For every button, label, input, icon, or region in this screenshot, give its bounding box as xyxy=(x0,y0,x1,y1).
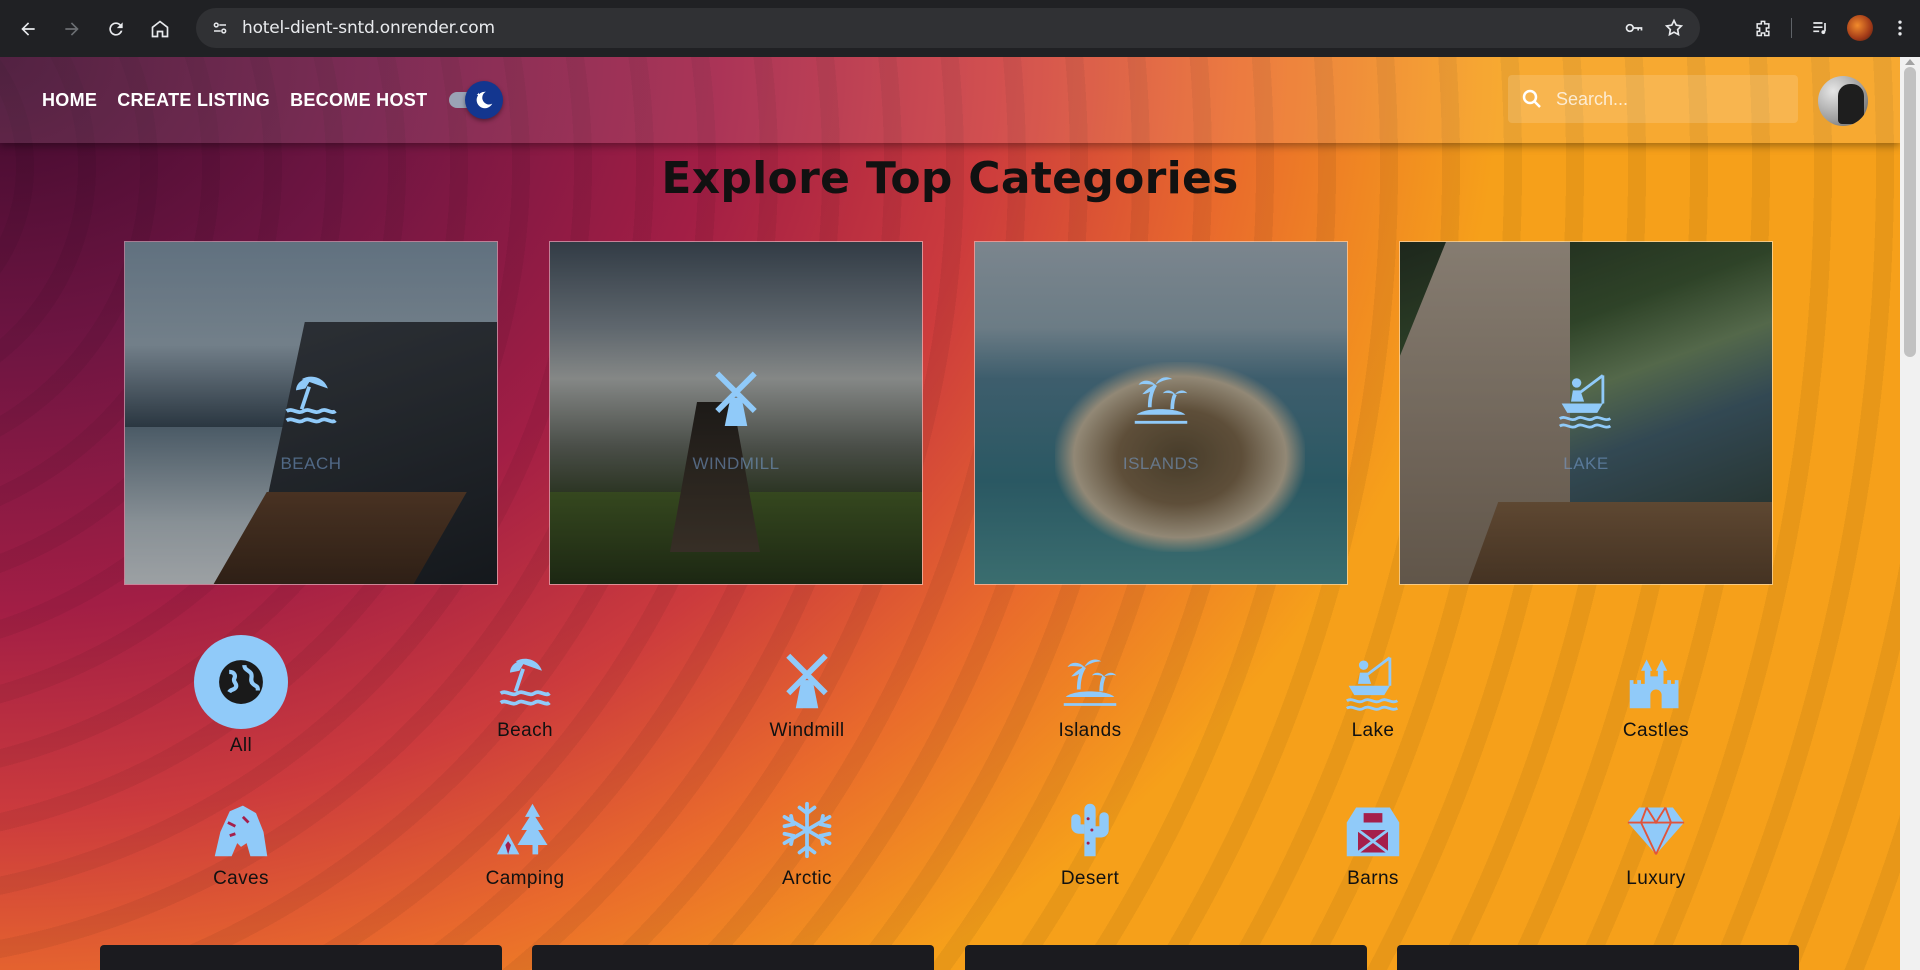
diamond-icon xyxy=(1624,798,1688,862)
password-key-icon[interactable] xyxy=(1616,10,1652,46)
category-barns[interactable]: Barns xyxy=(1273,798,1473,890)
moon-icon xyxy=(477,91,493,109)
category-card-windmill[interactable]: WINDMILL xyxy=(549,241,923,585)
back-button[interactable] xyxy=(6,9,50,49)
nav-home[interactable]: HOME xyxy=(32,82,107,119)
cactus-icon xyxy=(1058,798,1122,862)
category-label: Caves xyxy=(213,868,269,889)
scroll-up-arrow-icon[interactable] xyxy=(1905,59,1915,65)
palm-island-icon xyxy=(1058,650,1122,714)
category-label: Camping xyxy=(485,868,565,889)
home-icon xyxy=(151,19,169,37)
profile-button[interactable] xyxy=(1840,8,1880,48)
toggle-thumb xyxy=(465,81,504,119)
top-categories: BEACH WINDMILL ISLANDS LAKE xyxy=(124,241,1774,585)
reload-icon xyxy=(109,21,123,36)
toolbar-divider xyxy=(1791,18,1792,38)
category-all[interactable]: All xyxy=(141,635,341,757)
search-icon xyxy=(1508,75,1556,123)
menu-kebab-icon[interactable] xyxy=(1880,8,1920,48)
category-card-lake[interactable]: LAKE xyxy=(1399,241,1773,585)
card-label: ISLANDS xyxy=(1122,454,1200,473)
scrollbar-thumb[interactable] xyxy=(1904,67,1916,357)
category-label: Barns xyxy=(1347,868,1399,889)
category-card-islands[interactable]: ISLANDS xyxy=(974,241,1348,585)
app-header: HOME CREATE LISTING BECOME HOST xyxy=(0,57,1900,143)
category-label: Windmill xyxy=(769,720,845,741)
user-avatar[interactable] xyxy=(1818,76,1868,126)
back-arrow-icon xyxy=(21,21,35,36)
home-button[interactable] xyxy=(138,9,182,49)
address-bar[interactable]: hotel-dient-sntd.onrender.com xyxy=(196,8,1700,48)
page-viewport: HOME CREATE LISTING BECOME HOST Explore … xyxy=(0,57,1900,970)
barn-icon xyxy=(1341,798,1405,862)
avatar-silhouette xyxy=(1838,84,1864,124)
forward-arrow-icon xyxy=(65,21,79,36)
category-label: Luxury xyxy=(1626,868,1686,889)
listing-card[interactable] xyxy=(1397,945,1799,970)
card-label: WINDMILL xyxy=(692,454,780,473)
fishing-icon xyxy=(1341,650,1405,714)
page-title: Explore Top Categories xyxy=(661,153,1239,204)
site-info-icon[interactable] xyxy=(200,8,240,48)
dark-mode-toggle[interactable] xyxy=(445,81,504,119)
reload-button[interactable] xyxy=(94,9,138,49)
search-input[interactable] xyxy=(1556,88,1776,110)
windmill-icon xyxy=(706,370,766,430)
listing-card[interactable] xyxy=(532,945,934,970)
browser-toolbar: hotel-dient-sntd.onrender.com xyxy=(0,0,1920,57)
camping-icon xyxy=(493,798,557,862)
category-castles[interactable]: Castles xyxy=(1556,650,1756,742)
globe-icon xyxy=(194,635,288,729)
category-label: Castles xyxy=(1622,720,1690,741)
media-controls-icon[interactable] xyxy=(1800,8,1840,48)
category-beach[interactable]: Beach xyxy=(425,650,625,742)
nav-create-listing[interactable]: CREATE LISTING xyxy=(107,82,280,119)
listing-card[interactable] xyxy=(100,945,502,970)
nav-become-host[interactable]: BECOME HOST xyxy=(280,82,437,119)
category-label: Beach xyxy=(497,720,553,741)
category-label: Islands xyxy=(1058,720,1122,741)
category-islands[interactable]: Islands xyxy=(990,650,1190,742)
fishing-icon xyxy=(1556,370,1616,430)
category-lake[interactable]: Lake xyxy=(1273,650,1473,742)
profile-avatar-icon xyxy=(1847,15,1873,41)
extensions-icon[interactable] xyxy=(1743,8,1783,48)
category-label: All xyxy=(229,735,253,756)
beach-umbrella-icon xyxy=(281,370,341,430)
listing-card[interactable] xyxy=(965,945,1367,970)
search-bar[interactable] xyxy=(1508,75,1798,123)
page-scrollbar[interactable] xyxy=(1900,57,1920,970)
url-text[interactable]: hotel-dient-sntd.onrender.com xyxy=(242,18,495,38)
main-nav: HOME CREATE LISTING BECOME HOST xyxy=(32,57,504,143)
category-label: Arctic xyxy=(782,868,832,889)
category-windmill[interactable]: Windmill xyxy=(707,650,907,742)
snowflake-icon xyxy=(775,798,839,862)
category-label: Lake xyxy=(1351,720,1395,741)
category-arctic[interactable]: Arctic xyxy=(707,798,907,890)
card-label: LAKE xyxy=(1563,454,1609,473)
category-label: Desert xyxy=(1060,868,1120,889)
castle-icon xyxy=(1624,650,1688,714)
beach-umbrella-icon xyxy=(493,650,557,714)
forward-button[interactable] xyxy=(50,9,94,49)
category-caves[interactable]: Caves xyxy=(141,798,341,890)
bookmark-star-icon[interactable] xyxy=(1656,10,1692,46)
palm-island-icon xyxy=(1131,370,1191,430)
cave-icon xyxy=(209,798,273,862)
windmill-icon xyxy=(775,650,839,714)
category-card-beach[interactable]: BEACH xyxy=(124,241,498,585)
category-luxury[interactable]: Luxury xyxy=(1556,798,1756,890)
category-desert[interactable]: Desert xyxy=(990,798,1190,890)
category-camping[interactable]: Camping xyxy=(425,798,625,890)
card-label: BEACH xyxy=(280,454,342,473)
